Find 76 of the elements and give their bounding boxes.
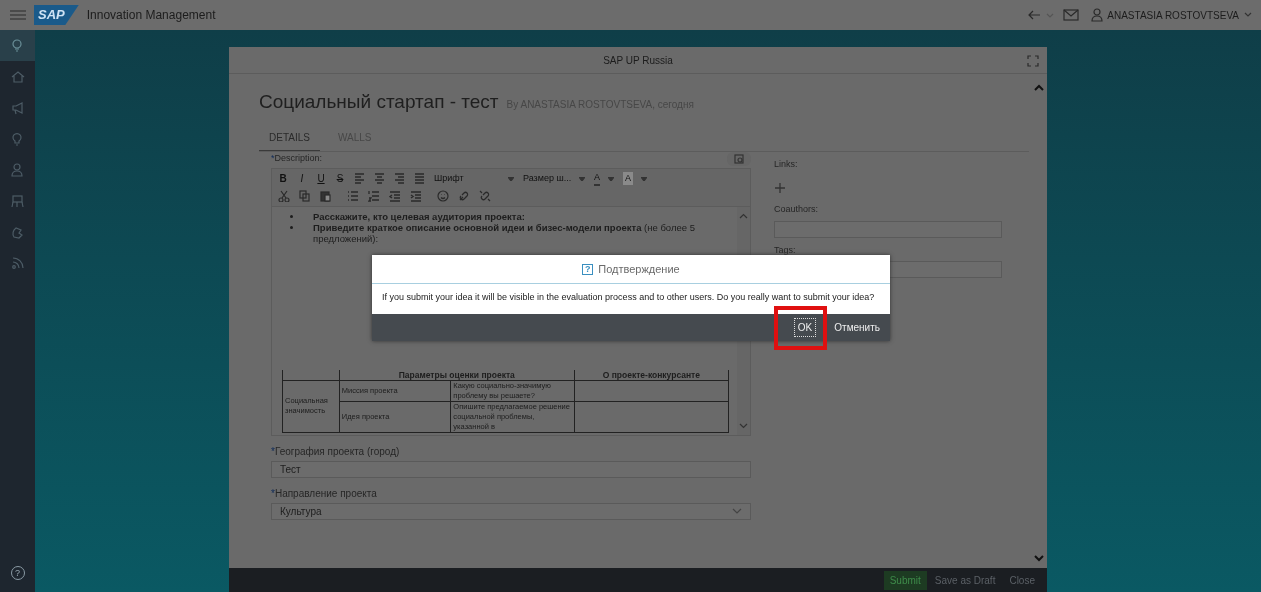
numbered-list-icon[interactable]: [368, 189, 380, 202]
dialog-button[interactable]: Отменить: [830, 317, 884, 337]
table-header: Параметры оценки проекта: [339, 369, 575, 380]
field-label: *География проекта (город): [271, 444, 401, 459]
link-icon[interactable]: [458, 189, 470, 202]
align-icon[interactable]: [354, 172, 365, 185]
logo: SAP: [34, 5, 79, 25]
scissors-icon[interactable]: [278, 189, 290, 202]
unlink-icon[interactable]: [479, 189, 491, 202]
caret-down-icon: [579, 176, 585, 181]
lightbulb-icon: [10, 38, 25, 53]
person-icon: [1091, 8, 1104, 22]
format-button[interactable]: B: [278, 171, 288, 186]
scroll-up-icon[interactable]: [1034, 84, 1044, 92]
plus-icon: [774, 181, 786, 194]
font-dropdown[interactable]: Шрифт: [434, 171, 514, 186]
scroll-up-icon[interactable]: [739, 212, 748, 219]
lightbulb-icon: [10, 131, 25, 146]
align-icon[interactable]: [394, 172, 405, 185]
footer-button[interactable]: Close: [1003, 570, 1041, 590]
mail-icon[interactable]: [1063, 9, 1080, 21]
dropdown-field[interactable]: Культура: [271, 502, 751, 520]
caret-down-icon: [508, 176, 514, 181]
list-item: Приведите краткое описание основной идеи и бизес-модели проекта (не более 5 предложений):: [313, 221, 696, 244]
tab[interactable]: DETAILS: [259, 126, 320, 151]
text-field[interactable]: Тест: [271, 460, 751, 478]
preview-icon: [734, 153, 744, 164]
size-dropdown[interactable]: Размер ш...: [523, 171, 585, 186]
field-label: Tags:: [774, 243, 797, 257]
caret-down-icon: [608, 176, 614, 181]
smiley-icon[interactable]: [437, 189, 449, 202]
help-button[interactable]: ?: [0, 557, 35, 588]
bulleted-list-icon[interactable]: [347, 189, 359, 202]
highlight-frame: [774, 306, 827, 350]
scroll-down-icon[interactable]: [1034, 554, 1044, 562]
format-button[interactable]: U: [316, 171, 326, 186]
indent-icon[interactable]: [410, 189, 422, 202]
text-color-button[interactable]: A: [594, 170, 614, 187]
field-label: Coauthors:: [774, 203, 820, 216]
field-label: *Description:: [271, 151, 323, 165]
format-button[interactable]: I: [297, 171, 307, 186]
menu-icon[interactable]: [8, 8, 28, 22]
submit-button[interactable]: Submit: [883, 570, 927, 590]
back-button[interactable]: [1027, 10, 1042, 20]
field-label: *Направление проекта: [271, 486, 378, 501]
help-icon: ?: [582, 263, 594, 275]
dialog-button[interactable]: OK: [793, 317, 817, 337]
align-icon[interactable]: [374, 172, 385, 185]
highlight-color-button[interactable]: A: [623, 171, 648, 186]
idea-title: Социальный стартап - тест: [259, 90, 499, 114]
back-arrow-icon: [1027, 10, 1042, 20]
list-item: Расскажите, кто целевая аудитория проекта:: [313, 210, 525, 222]
dialog-title: Подтверждение: [598, 261, 680, 277]
format-button[interactable]: S: [335, 171, 345, 186]
bullet-dot: [290, 214, 293, 218]
app-title: Innovation Management: [86, 7, 216, 24]
window-title: SAP UP Russia: [603, 53, 673, 68]
paste-icon[interactable]: [320, 189, 332, 202]
home-icon: [10, 69, 25, 84]
copy-icon[interactable]: [299, 189, 311, 202]
caret-down-icon: [641, 176, 648, 181]
megaphone-icon: [10, 100, 25, 115]
bullet-dot: [290, 225, 293, 229]
chevron-down-icon: [732, 508, 742, 514]
feed-icon: [10, 255, 25, 270]
user-menu[interactable]: ANASTASIA ROSTOVTSEVA: [1107, 7, 1253, 23]
expand-icon[interactable]: [1027, 55, 1039, 67]
scroll-down-icon[interactable]: [739, 422, 748, 429]
footer-button[interactable]: Save as Draft: [928, 570, 1002, 590]
align-icon[interactable]: [414, 172, 425, 185]
table-header: О проекте-конкурсанте: [574, 369, 729, 380]
dialog-message: If you submit your idea it will be visible in the evaluation process and to other users. Do you really want to submit your idea?: [381, 291, 876, 304]
field-label: Links:: [774, 157, 799, 171]
sidebar-item[interactable]: [0, 30, 35, 61]
outdent-icon[interactable]: [389, 189, 401, 202]
person-icon: [10, 162, 25, 177]
